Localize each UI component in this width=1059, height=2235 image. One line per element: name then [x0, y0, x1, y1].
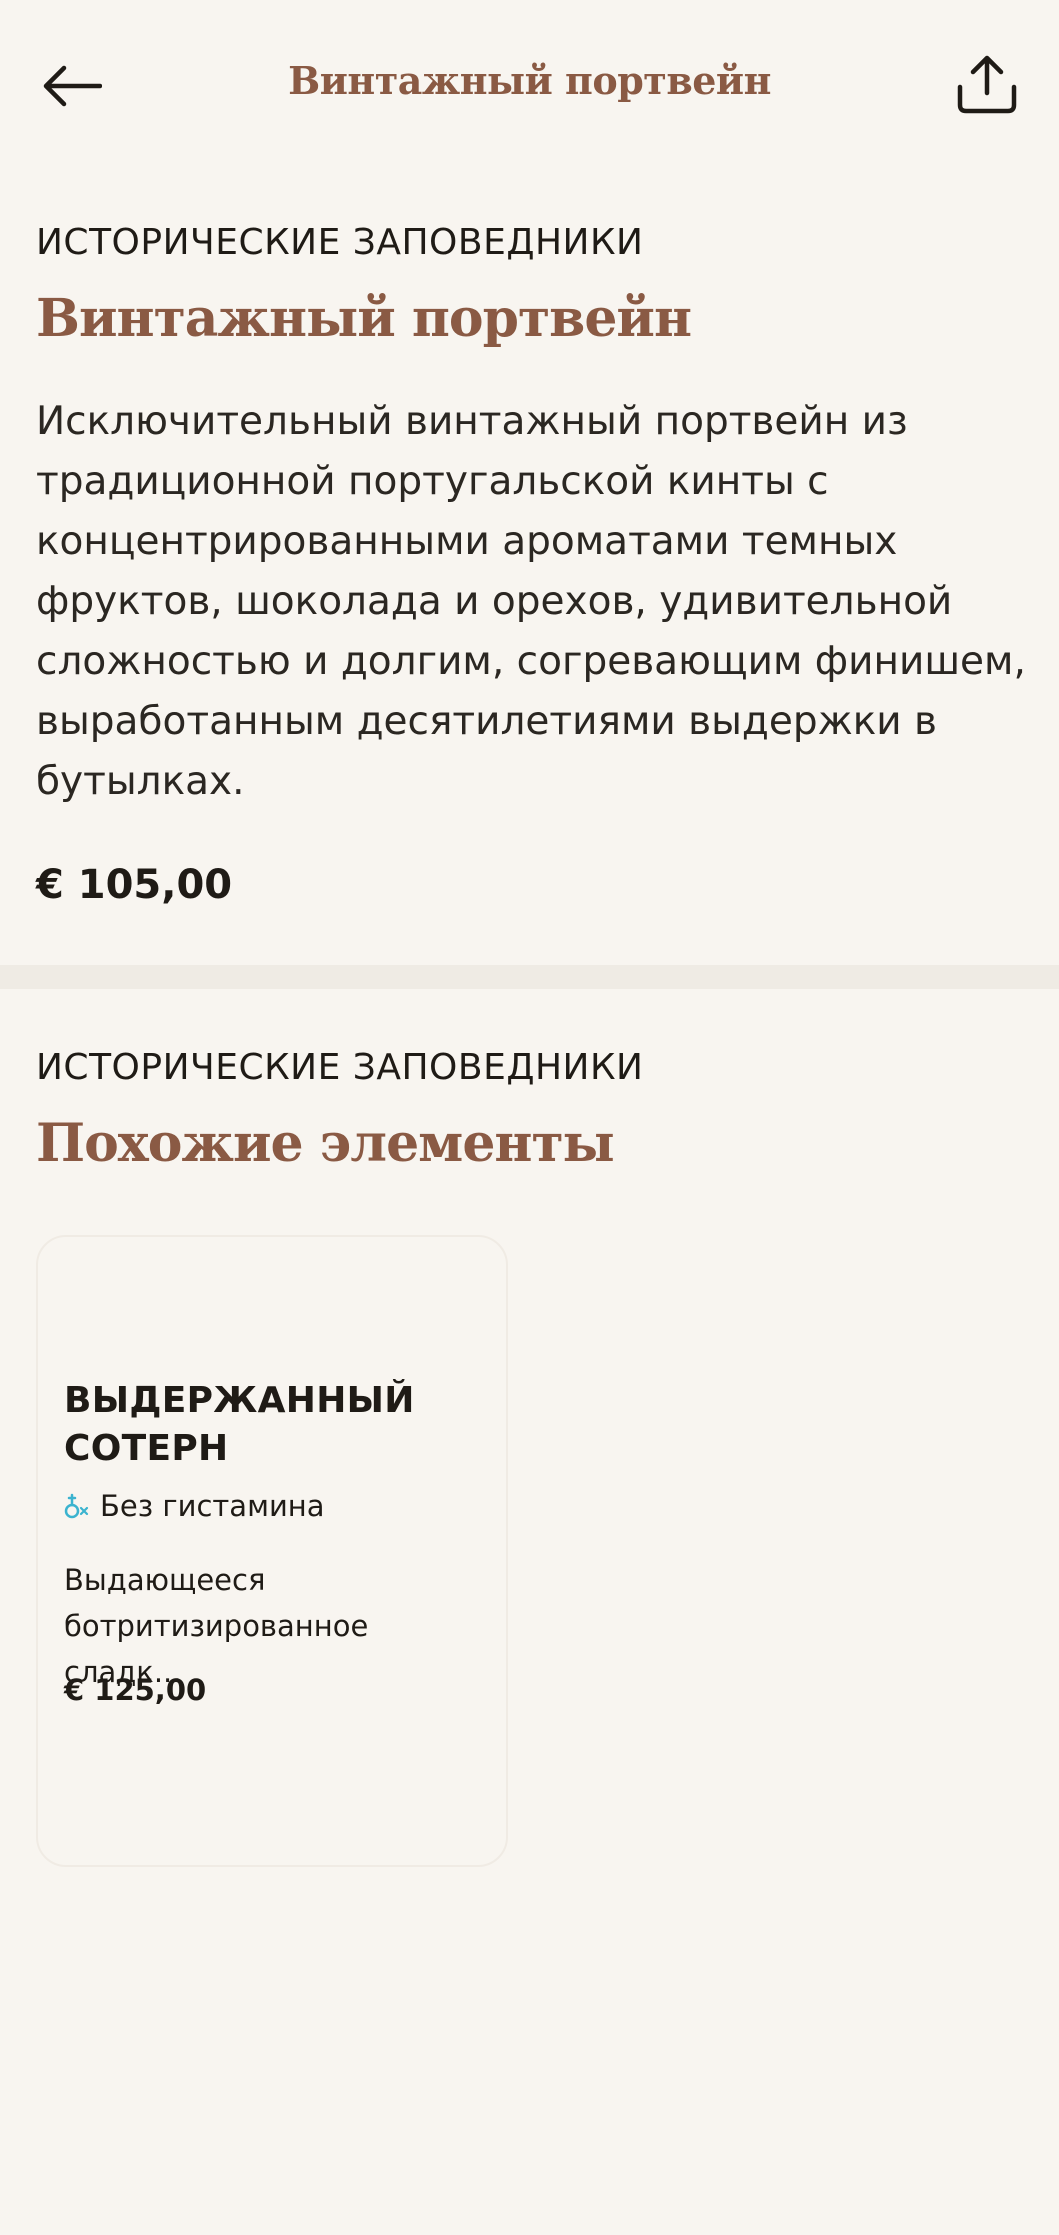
product-details-section: ИСТОРИЧЕСКИЕ ЗАПОВЕДНИКИ Винтажный портв…	[0, 170, 1059, 965]
product-name: Винтажный портвейн	[36, 288, 692, 349]
badge-label: Без гистамина	[100, 1489, 325, 1523]
product-category: ИСТОРИЧЕСКИЕ ЗАПОВЕДНИКИ	[36, 222, 644, 263]
histamine-free-badge: Без гистамина	[62, 1489, 325, 1523]
section-divider	[0, 965, 1059, 989]
product-price: € 105,00	[36, 862, 233, 908]
page-title: Винтажный портвейн	[288, 58, 771, 103]
product-description: Исключительный винтажный портвейн из тра…	[36, 399, 1026, 804]
related-title: Похожие элементы	[36, 1113, 615, 1174]
related-category: ИСТОРИЧЕСКИЕ ЗАПОВЕДНИКИ	[36, 1047, 644, 1088]
top-navigation-bar: Винтажный портвейн	[0, 0, 1059, 170]
related-item-price: € 125,00	[64, 1673, 207, 1707]
related-item-name: ВЫДЕРЖАННЫЙ СОТЕРН	[64, 1380, 415, 1469]
share-icon	[957, 55, 1017, 114]
histamine-free-icon	[64, 1493, 89, 1519]
related-item-card[interactable]: ВЫДЕРЖАННЫЙ СОТЕРН Без гистамина Выдающе…	[36, 1235, 508, 1867]
share-button[interactable]	[951, 48, 1023, 120]
